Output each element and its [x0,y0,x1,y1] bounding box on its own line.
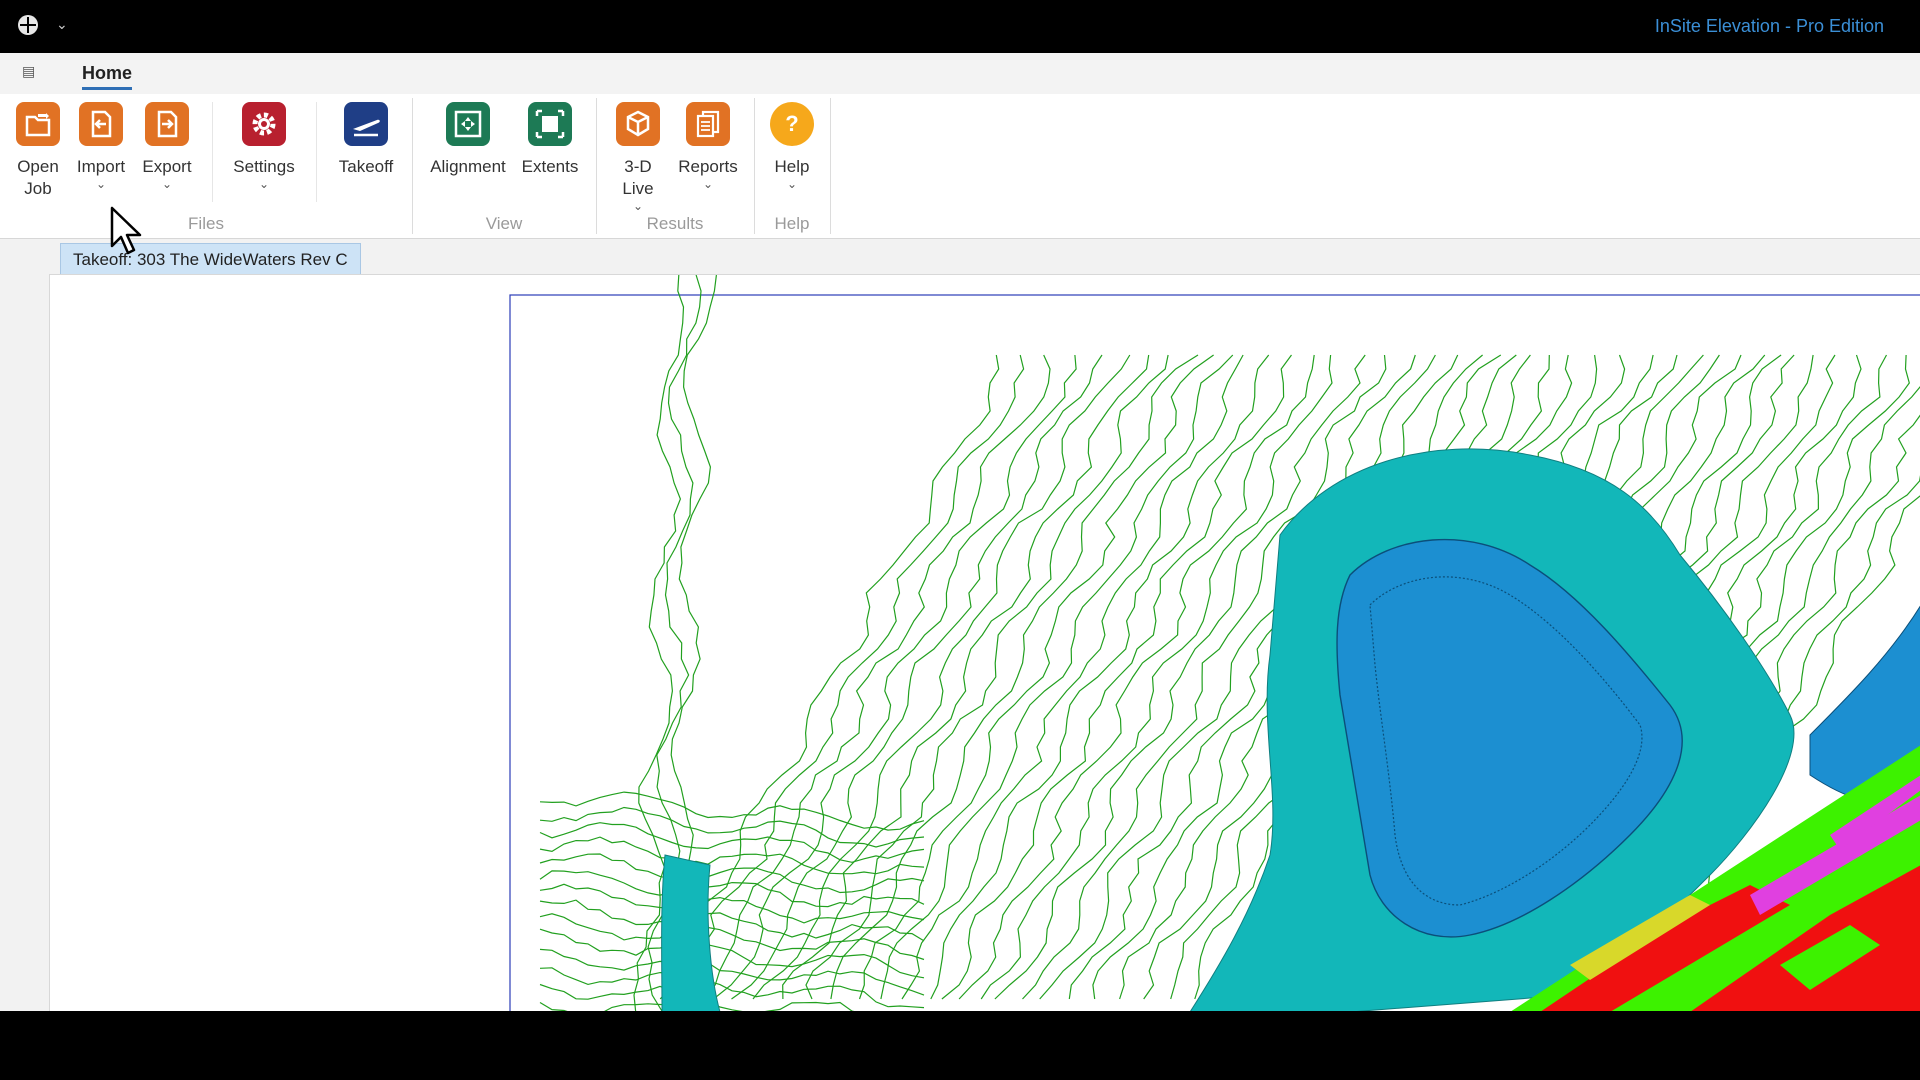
contour-line [539,913,925,961]
open-job-button[interactable]: Open Job [14,102,62,200]
contour-line [539,928,925,979]
import-chevron-down-icon: ⌄ [95,177,107,191]
group-label-help: Help [774,214,810,233]
reports-label: Reports [678,157,738,176]
separator [316,102,317,202]
import-icon [79,102,123,146]
settings-chevron-down-icon: ⌄ [258,177,270,191]
import-label: Import [76,157,126,176]
export-button[interactable]: Export ⌄ [138,102,196,190]
contour-line [830,354,1199,1000]
reports-chevron-down-icon: ⌄ [702,177,714,191]
export-chevron-down-icon: ⌄ [161,177,173,191]
settings-label: Settings [233,157,295,176]
3d-live-button[interactable]: 3-D Live ⌄ [612,102,664,212]
contour-line [713,354,1077,1000]
takeoff-button[interactable]: Takeoff [334,102,398,178]
extents-button[interactable]: Extents [518,102,582,178]
folder-open-icon [16,102,60,146]
document-area: Takeoff: 303 The WideWaters Rev C [0,239,1920,1012]
contour-line [901,354,1244,1000]
export-label: Export [142,157,192,176]
gear-icon [242,102,286,146]
alignment-icon [446,102,490,146]
drawing-canvas[interactable] [49,274,1920,1012]
ribbon: Open Job Import ⌄ Export ⌄ Settings ⌄ Ta… [0,94,1920,239]
contour-line [659,354,1000,1000]
file-menu-icon[interactable]: ▤ [22,63,52,83]
contour-line [539,948,925,996]
extents-label: Extents [521,157,579,176]
takeoff-label: Takeoff [338,157,394,176]
contour-line [539,791,925,831]
group-label-files: Files [188,214,224,233]
takeoff-plane-icon [344,102,388,146]
document-tab[interactable]: Takeoff: 303 The WideWaters Rev C [60,243,361,277]
import-button[interactable]: Import ⌄ [72,102,130,190]
help-icon: ? [770,102,814,146]
help-button[interactable]: ? Help ⌄ [766,102,818,190]
alignment-label: Alignment [430,157,506,176]
group-label-results: Results [646,214,704,233]
help-label: Help [774,157,810,176]
open-job-label-1: Open [17,157,59,176]
group-label-view: View [485,214,523,233]
contour-line [782,354,1150,1000]
quick-access-dropdown-icon[interactable]: ⌄ [56,16,68,33]
3d-live-label-1: 3-D [624,157,652,176]
contour-line [752,354,1131,1000]
cube-3d-icon [616,102,660,146]
contour-line [930,354,1270,1000]
title-bar: ⌄ InSite Elevation - Pro Edition [0,0,1920,53]
settings-button[interactable]: Settings ⌄ [228,102,300,190]
tab-home[interactable]: Home [82,63,133,90]
mouse-cursor-icon [110,206,142,255]
bottom-bar [0,1011,1920,1080]
reports-button[interactable]: Reports ⌄ [672,102,744,190]
separator [212,102,213,202]
open-job-label-2: Job [24,179,52,198]
help-chevron-down-icon: ⌄ [786,177,798,191]
export-icon [145,102,189,146]
app-logo-icon[interactable] [18,15,38,35]
ribbon-tab-bar: ▤ Home [0,53,1920,95]
3d-live-chevron-down-icon: ⌄ [632,199,644,213]
contour-line [539,883,925,924]
3d-live-label-2: Live [622,179,654,198]
contour-line [805,354,1169,1000]
extents-icon [528,102,572,146]
group-separator [830,98,831,234]
site-plan-drawing [509,275,1920,1012]
window-title: InSite Elevation - Pro Edition [1654,16,1884,36]
reports-icon [686,102,730,146]
alignment-button[interactable]: Alignment [426,102,510,178]
